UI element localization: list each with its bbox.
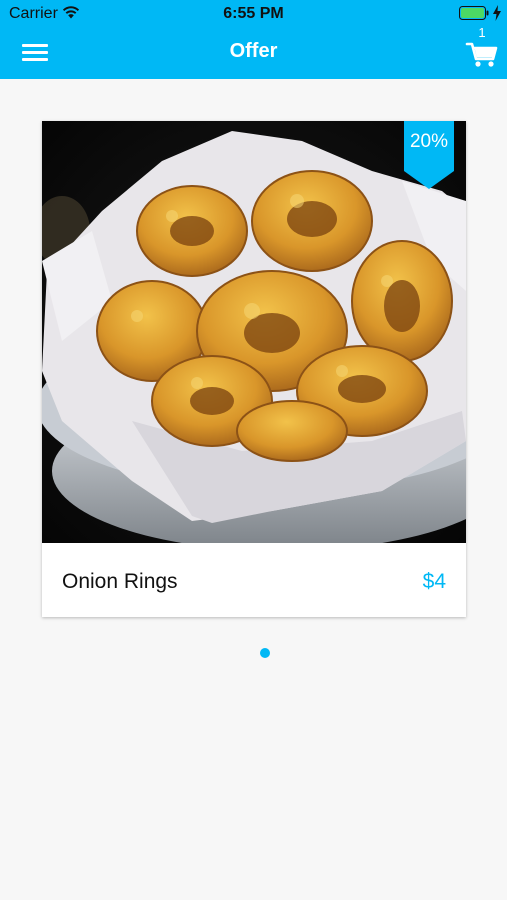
top-bar: Carrier 6:55 PM Offer 1 <box>0 0 507 79</box>
page-indicator-dot[interactable] <box>260 648 270 658</box>
item-name: Onion Rings <box>62 570 178 593</box>
offer-card[interactable]: 20% Onion Rings $4 <box>42 121 466 617</box>
food-photo: 20% <box>42 121 466 543</box>
navigation-bar: Offer 1 <box>0 25 507 79</box>
status-bar: Carrier 6:55 PM <box>0 0 507 28</box>
charging-bolt-icon <box>493 5 501 21</box>
card-footer: Onion Rings $4 <box>42 543 466 617</box>
cart-icon[interactable] <box>465 36 499 70</box>
onion-rings-image <box>42 121 466 543</box>
status-time: 6:55 PM <box>223 5 284 22</box>
discount-label: 20% <box>409 131 449 152</box>
item-price: $4 <box>422 570 446 593</box>
page-title: Offer <box>229 40 278 62</box>
battery-icon <box>459 6 489 20</box>
